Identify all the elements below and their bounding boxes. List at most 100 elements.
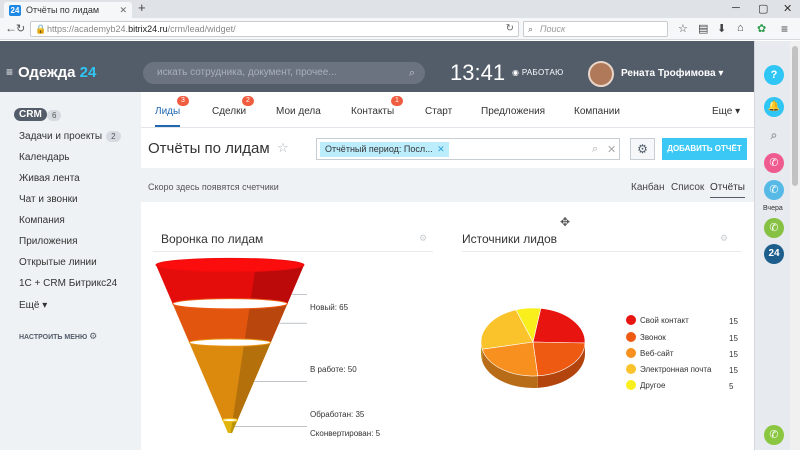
sidebar-item-open-lines[interactable]: Открытые линии — [19, 257, 97, 268]
maximize-icon[interactable]: ▢ — [758, 2, 768, 15]
sidebar-item-apps[interactable]: Приложения — [19, 236, 78, 247]
download-icon[interactable]: ⬇ — [717, 22, 726, 35]
new-tab-icon[interactable]: + — [138, 0, 146, 15]
url-path: /crm/lead/widget/ — [167, 24, 236, 34]
legend-label: Звонок — [640, 333, 666, 343]
configure-menu-button[interactable]: НАСТРОИТЬ МЕНЮ ⚙ — [19, 331, 97, 342]
tab-badge: 3 — [177, 96, 189, 106]
filter-chip[interactable]: Отчётный период: Посл... ✕ — [320, 142, 449, 157]
widget-settings-gear-icon[interactable]: ⚙ — [419, 233, 427, 244]
tab-leads[interactable]: 3 Лиды — [155, 96, 189, 127]
address-bar[interactable]: https://academyb24.bitrix24.ru/crm/lead/… — [30, 21, 519, 37]
tasks-count-badge: 2 — [106, 131, 121, 142]
sidebar-item-feed[interactable]: Живая лента — [19, 173, 80, 184]
sidebar-item-1c-crm[interactable]: 1С + CRM Битрикс24 — [19, 278, 117, 289]
funnel-widget-title: Воронка по лидам — [161, 232, 264, 246]
funnel-stage-value: 50 — [347, 365, 357, 374]
sidebar-item-more[interactable]: Ещё ▾ — [19, 300, 47, 311]
legend-swatch — [626, 380, 636, 390]
settings-gear-button[interactable]: ⚙ — [630, 138, 655, 160]
notifications-bell-icon[interactable]: 🔔 — [764, 97, 784, 117]
funnel-chart — [155, 257, 307, 433]
tab-deals[interactable]: 2 Сделки — [212, 96, 254, 117]
tab-contacts[interactable]: 1 Контакты — [351, 96, 403, 117]
contact-phone-icon[interactable]: ✆ — [764, 153, 784, 173]
view-list[interactable]: Список — [671, 182, 704, 193]
sidebar-item-company[interactable]: Компания — [19, 215, 65, 226]
favorite-star-icon[interactable]: ☆ — [277, 140, 289, 156]
sidebar-item-chat[interactable]: Чат и звонки — [19, 194, 78, 205]
tab-quotes[interactable]: Предложения — [481, 106, 545, 117]
portal-logo[interactable]: Одежда 24 — [18, 64, 96, 81]
minimize-icon[interactable]: ─ — [732, 2, 740, 14]
left-sidebar — [0, 92, 141, 450]
reading-list-icon[interactable]: ▤ — [698, 22, 708, 35]
funnel-label: В работе: 50 — [310, 365, 357, 374]
contact-phone-icon[interactable]: ✆ — [764, 180, 784, 200]
tab-more[interactable]: Еще ▾ — [712, 106, 740, 117]
legend-value: 15 — [729, 350, 738, 359]
tab-start[interactable]: Старт — [425, 106, 452, 117]
portal-search-input[interactable]: искать сотрудника, документ, прочее... ⌕ — [143, 62, 425, 84]
view-reports[interactable]: Отчёты — [710, 182, 745, 198]
close-tab-icon[interactable]: ✕ — [119, 5, 127, 16]
sidebar-item-tasks[interactable]: Задачи и проекты 2 — [19, 131, 121, 142]
portal-search-placeholder: искать сотрудника, документ, прочее... — [157, 67, 337, 78]
clear-filter-icon[interactable]: ✕ — [607, 143, 616, 156]
search-icon[interactable]: ⌕ — [764, 125, 784, 145]
help-icon[interactable]: ? — [764, 65, 784, 85]
funnel-stage-rim — [155, 257, 305, 273]
scrollbar-thumb[interactable] — [792, 46, 798, 186]
bookmark-star-icon[interactable]: ☆ — [678, 22, 688, 35]
gear-icon: ⚙ — [89, 331, 98, 341]
user-name[interactable]: Рената Трофимова ▾ — [621, 68, 723, 79]
search-icon: ⌕ — [408, 67, 415, 79]
extension-icon[interactable]: ✿ — [757, 22, 766, 35]
drag-move-icon[interactable]: ✥ — [560, 215, 570, 229]
contact-phone-icon[interactable]: ✆ — [764, 218, 784, 238]
sidebar-item-crm[interactable]: CRM — [14, 108, 47, 121]
sidebar-item-label: CRM — [19, 109, 42, 120]
user-avatar[interactable] — [588, 61, 614, 87]
clock[interactable]: 13:41 — [450, 60, 505, 86]
logo-main: Одежда — [18, 64, 76, 81]
sidebar-item-label: Задачи и проекты — [19, 131, 103, 142]
filter-search-input[interactable]: Отчётный период: Посл... ✕ — [316, 138, 620, 160]
legend-value: 15 — [729, 334, 738, 343]
bitrix24-favicon-icon: 24 — [9, 4, 21, 16]
legend-label: Другое — [640, 381, 666, 391]
close-window-icon[interactable]: ✕ — [783, 2, 792, 15]
widget-settings-gear-icon[interactable]: ⚙ — [720, 233, 728, 244]
secure-lock-icon: 🔒 — [35, 24, 47, 34]
view-kanban[interactable]: Канбан — [631, 182, 665, 193]
refresh-icon[interactable]: ↻ — [506, 22, 514, 36]
tab-my-activities[interactable]: Мои дела — [276, 106, 321, 117]
funnel-stage-value: 65 — [339, 303, 349, 312]
tab-companies[interactable]: Компании — [574, 106, 620, 117]
sidebar-item-calendar[interactable]: Календарь — [19, 152, 69, 163]
bitrix24-icon[interactable]: 24 — [764, 244, 784, 264]
logo-number: 24 — [79, 64, 97, 81]
search-icon[interactable]: ⌕ — [592, 143, 598, 156]
reload-icon[interactable]: ↻ — [16, 22, 25, 35]
sources-widget-title: Источники лидов — [462, 232, 558, 246]
tab-label: Контакты — [351, 106, 395, 117]
crm-tabs: 3 Лиды 2 Сделки Мои дела 1 Контакты Старт П… — [141, 92, 754, 128]
funnel-stage-rim — [172, 298, 288, 310]
hamburger-menu-icon[interactable]: ≡ — [6, 65, 13, 79]
legend-label: Свой контакт — [640, 316, 689, 326]
legend-label: Электронная почта — [640, 365, 712, 375]
widget-divider — [153, 251, 433, 252]
browser-search-input[interactable]: ⌕ Поиск — [523, 21, 668, 37]
pie-slice[interactable] — [532, 308, 586, 344]
call-icon[interactable]: ✆ — [764, 425, 784, 445]
work-status-icon: ◉ — [512, 68, 520, 77]
add-report-button[interactable]: ДОБАВИТЬ ОТЧЁТ — [662, 138, 747, 160]
browser-tab[interactable]: 24 Отчёты по лидам ✕ — [4, 2, 132, 18]
browser-menu-icon[interactable]: ≡ — [781, 22, 788, 36]
browser-tab-title: Отчёты по лидам — [26, 5, 100, 15]
legend-item: Свой контакт — [626, 315, 689, 326]
remove-filter-icon[interactable]: ✕ — [437, 142, 445, 157]
work-status[interactable]: ◉ РАБОТАЮ — [512, 68, 563, 77]
home-icon[interactable]: ⌂ — [737, 22, 744, 34]
